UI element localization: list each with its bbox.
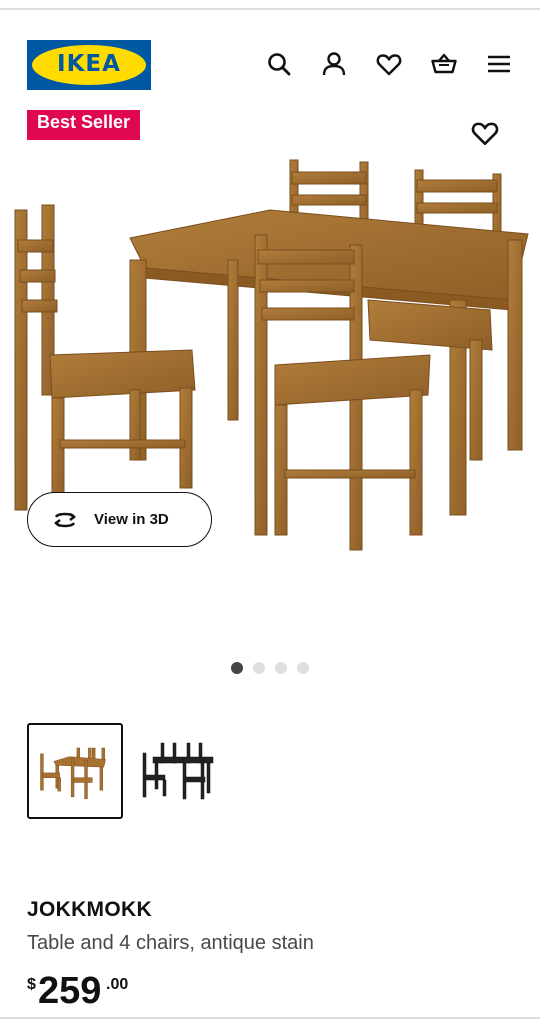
product-media: Best Seller View in 3D <box>0 110 540 580</box>
best-seller-badge: Best Seller <box>27 110 141 140</box>
thumbnail-antique-stain[interactable] <box>27 723 123 819</box>
price-decimal: .00 <box>106 976 129 993</box>
carousel-dot-2[interactable] <box>253 662 265 674</box>
carousel-dot-1[interactable] <box>231 662 243 674</box>
view-in-3d-label: View in 3D <box>94 511 169 528</box>
product-name: JOKKMOKK <box>27 898 152 921</box>
bottom-divider <box>0 1017 540 1019</box>
price-integer: 259 <box>38 970 102 1012</box>
search-icon[interactable] <box>265 50 293 78</box>
carousel-indicator <box>231 662 309 674</box>
account-icon[interactable] <box>320 50 348 78</box>
thumbnail-black[interactable] <box>139 723 235 819</box>
ikea-logo[interactable]: IKEA <box>27 40 151 90</box>
save-to-wishlist-icon[interactable] <box>470 118 500 148</box>
top-divider <box>0 0 540 10</box>
carousel-dot-3[interactable] <box>275 662 287 674</box>
logo-text: IKEA <box>57 51 121 77</box>
menu-icon[interactable] <box>485 50 513 78</box>
wishlist-heart-icon[interactable] <box>375 50 403 78</box>
price-currency: $ <box>27 976 36 993</box>
view-in-3d-button[interactable]: View in 3D <box>27 492 212 547</box>
rotate-3d-icon <box>50 509 80 531</box>
site-header: IKEA <box>0 38 540 92</box>
carousel-dot-4[interactable] <box>297 662 309 674</box>
shopping-basket-icon[interactable] <box>430 50 458 78</box>
product-description: Table and 4 chairs, antique stain <box>27 932 314 954</box>
